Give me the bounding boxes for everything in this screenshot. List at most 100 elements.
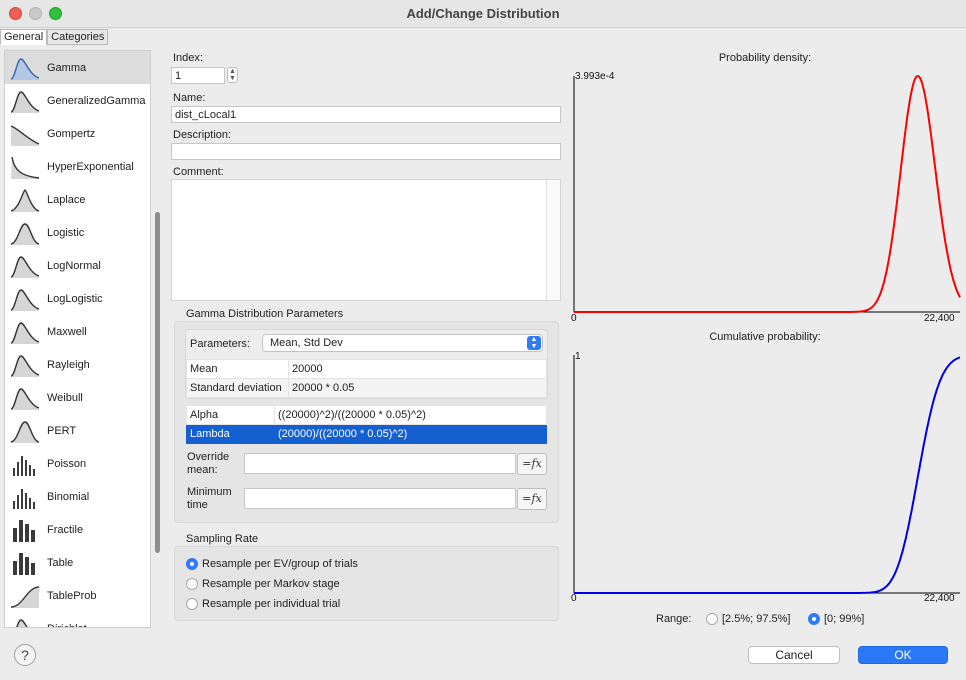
range-label: Range: [656,613,692,625]
curve-peak-icon [10,188,40,212]
range-option-label: [2.5%; 97.5%] [722,613,791,625]
sampling-option-label: Resample per individual trial [202,598,341,610]
distribution-item[interactable]: Gompertz [5,117,150,150]
bars-icon [13,455,35,476]
distribution-item-label: Laplace [47,193,86,206]
parameters-select-value: Mean, Std Dev [270,337,343,349]
title-bar: Add/Change Distribution [0,0,966,28]
distribution-item-label: Rayleigh [47,358,90,371]
radio-selected[interactable] [808,613,820,625]
override-fx-button[interactable]: =fx [517,453,547,475]
table-row[interactable]: Lambda (20000)/((20000 * 0.05)^2) [186,424,547,444]
curve-bell-icon [10,222,40,245]
sampling-option-trial[interactable]: Resample per individual trial [186,598,340,610]
distribution-item-label: Poisson [47,457,87,470]
distribution-list[interactable]: Gamma GeneralizedGamma Gompertz HyperExpone… [4,50,151,628]
comment-scrollbar[interactable] [546,180,560,300]
cumulative-curve [574,356,961,594]
distribution-list-scrollbar[interactable] [155,212,160,553]
distribution-item[interactable]: LogNormal [5,249,150,282]
param-value[interactable]: 20000 * 0.05 [288,378,547,398]
curve-skew-icon [10,288,40,311]
radio-selected[interactable] [186,558,198,570]
help-button[interactable]: ? [14,644,36,666]
distribution-item[interactable]: Binomial [5,480,150,513]
name-input[interactable]: dist_cLocal1 [171,106,561,123]
description-input[interactable] [171,143,561,160]
distribution-item[interactable]: Poisson [5,447,150,480]
curve-skew-icon [10,57,40,80]
distribution-item-label: Binomial [47,490,90,503]
distribution-item[interactable]: LogLogistic [5,282,150,315]
override-mean-input[interactable] [244,453,516,474]
density-chart-title: Probability density: [718,52,812,64]
cancel-button[interactable]: Cancel [748,646,840,664]
sampling-option-ev[interactable]: Resample per EV/group of trials [186,558,358,570]
curve-skew-icon [10,387,40,410]
distribution-item[interactable]: Maxwell [5,315,150,348]
distribution-item[interactable]: Rayleigh [5,348,150,381]
input-parameters-table: Mean 20000 Standard deviation 20000 * 0.… [186,359,547,398]
sampling-option-markov[interactable]: Resample per Markov stage [186,578,340,590]
param-name: Standard deviation [186,378,289,398]
minimum-time-label: Minimum time [187,486,232,512]
distribution-item[interactable]: Fractile [5,513,150,546]
param-value[interactable]: 20000 [288,359,547,379]
parameters-select[interactable]: Mean, Std Dev ▲ ▼ [262,334,543,352]
index-stepper[interactable]: ▲ ▼ [227,67,238,83]
radio-unselected[interactable] [186,598,198,610]
radio-unselected[interactable] [706,613,718,625]
cumulative-ymax-label: 1 [575,351,581,362]
radio-unselected[interactable] [186,578,198,590]
distribution-item[interactable]: PERT [5,414,150,447]
minimum-fx-button[interactable]: =fx [517,488,547,510]
curve-skew-icon [10,354,40,377]
parameters-label: Parameters: [190,338,250,350]
range-option-95[interactable]: [2.5%; 97.5%] [706,613,791,625]
curve-skew-icon [10,90,40,113]
range-option-99[interactable]: [0; 99%] [808,613,864,625]
dialog-window: Add/Change Distribution General Categori… [0,0,966,680]
density-chart [573,74,961,313]
distribution-item-label: TableProb [47,589,97,602]
param-value: (20000)/((20000 * 0.05)^2) [274,424,547,444]
distribution-item[interactable]: Logistic [5,216,150,249]
tab-general[interactable]: General [0,29,48,45]
table-row[interactable]: Alpha ((20000)^2)/((20000 * 0.05)^2) [186,405,547,425]
distribution-item[interactable]: TableProb [5,579,150,612]
ok-button[interactable]: OK [858,646,948,664]
comment-textarea[interactable] [171,179,561,301]
distribution-item-label: Table [47,556,74,569]
density-ymax-label: 3.993e-4 [575,71,615,82]
tab-bar: General Categories [0,29,109,45]
distribution-item[interactable]: Table [5,546,150,579]
curve-sshape-icon [10,585,40,608]
table-row[interactable]: Standard deviation 20000 * 0.05 [186,378,547,398]
bars-block-icon [13,519,35,542]
distribution-item-label: Gamma [47,61,87,74]
param-name: Mean [186,359,289,379]
cumulative-xmin-label: 0 [571,593,577,604]
curve-decay-icon [10,124,40,146]
description-label: Description: [173,129,232,141]
distribution-item[interactable]: GeneralizedGamma [5,84,150,117]
distribution-item[interactable]: Gamma [5,51,150,84]
table-row[interactable]: Mean 20000 [186,359,547,379]
distribution-item-label: Logistic [47,226,85,239]
cumulative-xmax-label: 22,400 [924,593,955,604]
distribution-item[interactable]: Weibull [5,381,150,414]
distribution-item[interactable]: Dirichlet [5,612,150,628]
override-label-line1: Override [187,451,230,463]
comment-label: Comment: [173,166,224,178]
index-input[interactable]: 1 [171,67,225,84]
tab-categories[interactable]: Categories [47,29,109,45]
distribution-item-label: Fractile [47,523,84,536]
distribution-item-label: Dirichlet [47,623,87,628]
density-curve [574,74,961,313]
param-name: Alpha [186,405,275,425]
minimum-time-input[interactable] [244,488,516,509]
param-name: Lambda [186,424,275,444]
curve-skew-icon [10,255,40,278]
distribution-item[interactable]: Laplace [5,183,150,216]
distribution-item[interactable]: HyperExponential [5,150,150,183]
